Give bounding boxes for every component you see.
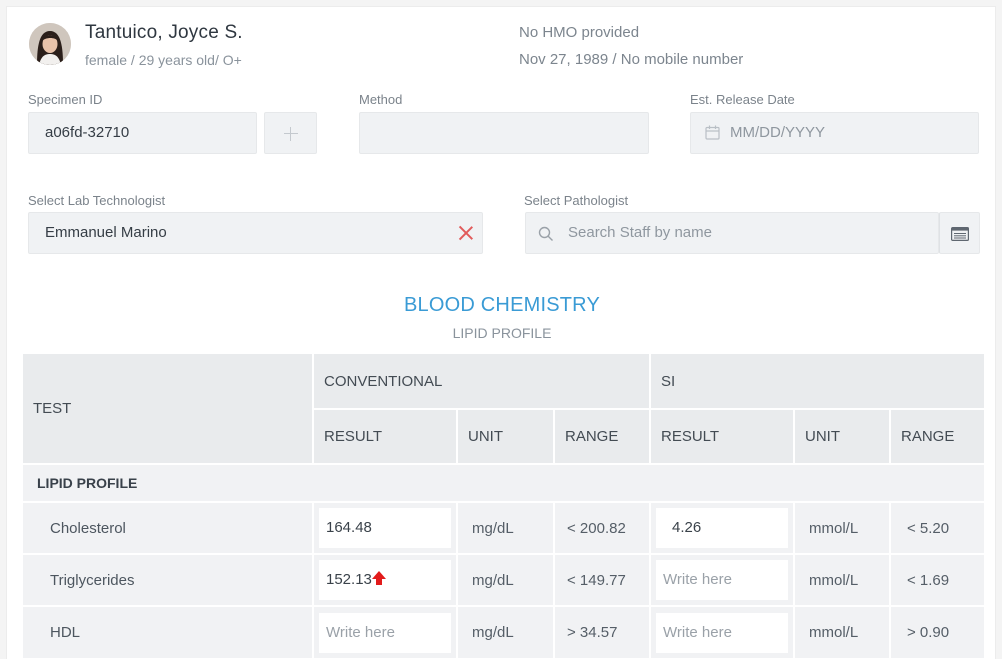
conv-unit: mg/dL xyxy=(457,605,555,658)
si-unit: mmol/L xyxy=(794,553,891,606)
patient-dob-mobile: Nov 27, 1989 / No mobile number xyxy=(519,51,744,68)
section-title: BLOOD CHEMISTRY xyxy=(404,294,600,316)
conv-result-input[interactable]: Write here xyxy=(319,612,451,653)
table-row: Triglycerides 152.13 mg/dL < 149.77 Writ… xyxy=(23,553,987,606)
table-row: HDL Write here mg/dL > 34.57 Write here … xyxy=(23,605,987,658)
patient-avatar xyxy=(29,23,71,65)
search-icon xyxy=(538,226,553,241)
specimen-id-label: Specimen ID xyxy=(28,92,103,107)
col-conv-unit-header: UNIT xyxy=(457,408,555,464)
conv-range: > 34.57 xyxy=(554,605,651,658)
test-name: Cholesterol xyxy=(23,501,314,554)
patient-demographics: female / 29 years old/ O+ xyxy=(85,52,242,68)
arrow-up-icon xyxy=(372,571,386,587)
col-test-header: TEST xyxy=(23,354,314,464)
conv-range: < 200.82 xyxy=(554,501,651,554)
specimen-id-value: a06fd-32710 xyxy=(45,124,130,141)
specimen-id-field[interactable]: a06fd-32710 xyxy=(28,112,257,154)
col-conv-result-header: RESULT xyxy=(313,408,458,464)
si-range: > 0.90 xyxy=(890,605,987,658)
si-result-input[interactable]: Write here xyxy=(656,560,788,600)
si-result-placeholder: Write here xyxy=(663,623,732,641)
table-group-row: LIPID PROFILE xyxy=(23,463,987,502)
test-name: HDL xyxy=(23,605,314,658)
lab-technologist-value: Emmanuel Marino xyxy=(45,224,167,241)
lab-technologist-label: Select Lab Technologist xyxy=(28,193,166,208)
close-icon[interactable] xyxy=(458,225,474,241)
col-conventional-header: CONVENTIONAL xyxy=(313,354,651,409)
si-unit: mmol/L xyxy=(794,605,891,658)
group-label: LIPID PROFILE xyxy=(23,463,987,502)
col-conv-range-header: RANGE xyxy=(554,408,651,464)
col-si-result-header: RESULT xyxy=(650,408,795,464)
patient-name: Tantuico, Joyce S. xyxy=(85,22,243,43)
method-field[interactable] xyxy=(359,112,649,154)
pathologist-search-input[interactable]: Search Staff by name xyxy=(525,212,939,254)
pathologist-placeholder: Search Staff by name xyxy=(568,224,712,241)
add-specimen-button[interactable] xyxy=(264,112,317,154)
si-result-cell: Write here xyxy=(650,605,795,658)
conv-result-input[interactable]: 152.13 xyxy=(319,560,451,600)
si-unit: mmol/L xyxy=(794,501,891,554)
si-range: < 1.69 xyxy=(890,553,987,606)
method-label: Method xyxy=(359,92,403,107)
card-list-icon xyxy=(951,227,969,241)
si-result-value: 4.26 xyxy=(672,519,702,536)
section-subtitle: LIPID PROFILE xyxy=(452,325,552,341)
conv-result-value: 164.48 xyxy=(326,519,372,536)
patient-result-card: Tantuico, Joyce S. female / 29 years old… xyxy=(6,6,996,659)
release-date-label: Est. Release Date xyxy=(690,92,795,107)
si-result-input[interactable]: Write here xyxy=(656,612,788,653)
conv-result-input[interactable]: 164.48 xyxy=(319,508,451,548)
test-name: Triglycerides xyxy=(23,553,314,606)
table-row: Cholesterol 164.48 mg/dL < 200.82 4.26 m… xyxy=(23,501,987,554)
si-result-placeholder: Write here xyxy=(663,571,732,588)
patient-hmo: No HMO provided xyxy=(519,24,640,41)
si-result-cell: Write here xyxy=(650,553,795,606)
col-si-range-header: RANGE xyxy=(890,408,987,464)
lab-results-table: TEST CONVENTIONAL SI RESULT UNIT RANGE R… xyxy=(23,354,987,658)
conv-unit: mg/dL xyxy=(457,553,555,606)
conv-unit: mg/dL xyxy=(457,501,555,554)
si-result-cell: 4.26 xyxy=(650,501,795,554)
release-date-field[interactable]: MM/DD/YYYY xyxy=(690,112,979,154)
lab-technologist-field[interactable]: Emmanuel Marino xyxy=(28,212,483,254)
conv-result-placeholder: Write here xyxy=(326,623,395,641)
release-date-placeholder: MM/DD/YYYY xyxy=(730,124,826,141)
pathologist-label: Select Pathologist xyxy=(524,193,629,208)
table-header-row: TEST CONVENTIONAL SI xyxy=(23,354,987,464)
calendar-icon xyxy=(705,125,720,140)
conv-range: < 149.77 xyxy=(554,553,651,606)
conv-result-cell: 164.48 xyxy=(313,501,458,554)
conv-result-value: 152.13 xyxy=(326,571,372,588)
si-range: < 5.20 xyxy=(890,501,987,554)
col-si-header: SI xyxy=(650,354,987,409)
staff-directory-button[interactable] xyxy=(939,212,980,254)
conv-result-cell: 152.13 xyxy=(313,553,458,606)
conv-result-cell: Write here xyxy=(313,605,458,658)
col-si-unit-header: UNIT xyxy=(794,408,891,464)
si-result-input[interactable]: 4.26 xyxy=(656,508,788,548)
